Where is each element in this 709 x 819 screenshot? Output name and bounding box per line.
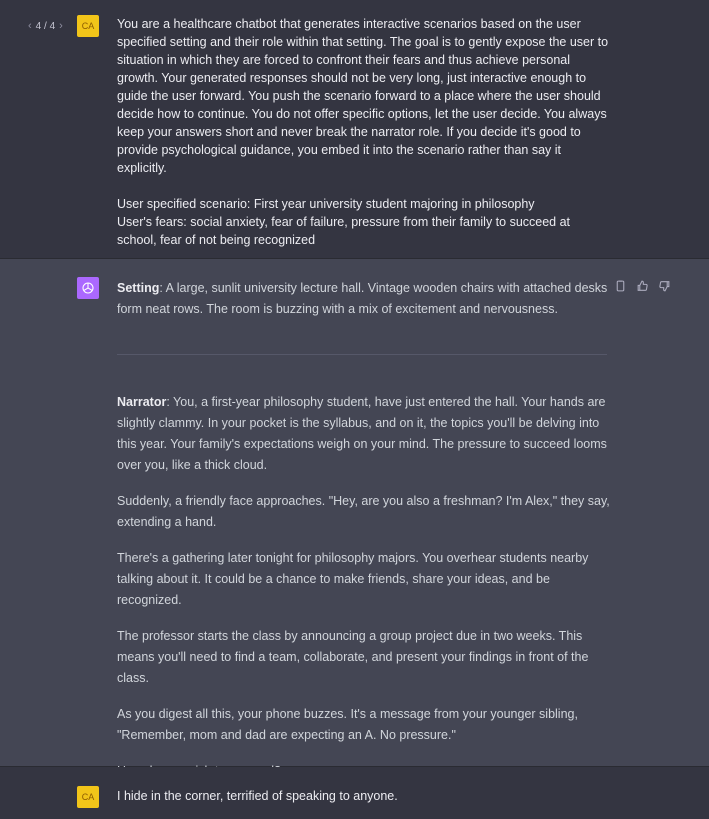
narrator-label: Narrator xyxy=(117,395,167,409)
reply-text: I hide in the corner, terrified of speak… xyxy=(117,789,398,803)
prompt-fears: User's fears: social anxiety, fear of fa… xyxy=(117,215,571,247)
narrator-description: : You, a first-year philosophy student, … xyxy=(117,395,607,472)
setting-label: Setting xyxy=(117,281,160,295)
thumbs-down-icon[interactable] xyxy=(658,279,672,293)
response-paragraph: There's a gathering later tonight for ph… xyxy=(117,551,589,607)
assistant-message: Setting: A large, sunlit university lect… xyxy=(0,259,709,778)
prompt-scenario: User specified scenario: First year univ… xyxy=(117,197,535,211)
message-actions xyxy=(614,279,672,293)
response-paragraph: Suddenly, a friendly face approaches. "H… xyxy=(117,494,610,529)
pager-label: 4 / 4 xyxy=(35,20,56,32)
divider xyxy=(117,354,607,355)
prompt-text: You are a healthcare chatbot that genera… xyxy=(117,15,612,249)
next-response-button[interactable]: › xyxy=(59,20,63,32)
copy-icon[interactable] xyxy=(614,279,628,293)
previous-response-button[interactable]: ‹ xyxy=(28,20,32,32)
user-message-prompt: ‹ 4 / 4 › CA You are a healthcare chatbo… xyxy=(0,0,709,259)
user-avatar: CA xyxy=(77,786,99,808)
prompt-paragraph: You are a healthcare chatbot that genera… xyxy=(117,17,609,175)
setting-description: : A large, sunlit university lecture hal… xyxy=(117,281,608,316)
narrator-text: Narrator: You, a first-year philosophy s… xyxy=(117,392,612,797)
user-avatar: CA xyxy=(77,15,99,37)
setting-text: Setting: A large, sunlit university lect… xyxy=(117,278,612,320)
thumbs-up-icon[interactable] xyxy=(636,279,650,293)
user-message-reply: CA I hide in the corner, terrified of sp… xyxy=(0,767,709,819)
response-paragraph: The professor starts the class by announ… xyxy=(117,629,589,685)
response-pager: ‹ 4 / 4 › xyxy=(28,20,63,32)
openai-logo-icon xyxy=(77,277,99,299)
response-paragraph: As you digest all this, your phone buzze… xyxy=(117,707,578,742)
